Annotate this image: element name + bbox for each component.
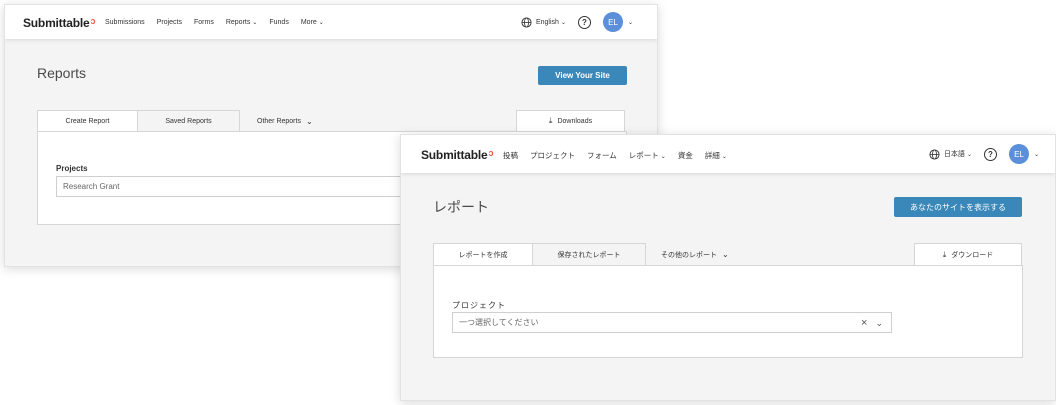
- nav-funds[interactable]: 資金: [678, 150, 693, 161]
- tab-other-reports[interactable]: その他のレポート ⌄: [661, 243, 781, 266]
- download-icon: ⤓: [942, 249, 947, 259]
- clear-icon[interactable]: ×: [861, 317, 867, 329]
- japanese-window: Submittableↄ 投稿 プロジェクト フォーム レポート ⌄ 資金 詳細 ⌄…: [400, 134, 1056, 401]
- chevron-down-icon[interactable]: ⌄: [875, 318, 883, 329]
- tab-other-reports[interactable]: Other Reports ⌄: [257, 110, 347, 132]
- nav-forms[interactable]: Forms: [194, 19, 214, 26]
- nav-reports-label: Reports: [225, 19, 251, 26]
- language-selector[interactable]: 日本語 ⌄: [929, 148, 972, 160]
- user-controls: 日本語 ⌄ ? EL ⌄: [929, 144, 1039, 164]
- tab-create-report[interactable]: レポートを作成: [433, 243, 533, 266]
- chevron-down-icon: ⌄: [660, 154, 666, 160]
- page-title: Reports: [37, 65, 87, 81]
- logo[interactable]: Submittableↄ: [421, 148, 493, 162]
- projects-select[interactable]: 一つ選択してください × ⌄: [452, 312, 892, 333]
- top-navbar: Submittableↄ 投稿 プロジェクト フォーム レポート ⌄ 資金 詳細 ⌄…: [401, 135, 1055, 173]
- main-nav: Submissions Projects Forms Reports ⌄ Fund…: [105, 19, 336, 26]
- nav-more[interactable]: 詳細 ⌄: [705, 150, 727, 161]
- globe-icon: [929, 148, 940, 160]
- page-title: レポート: [433, 199, 489, 215]
- help-icon[interactable]: ?: [577, 15, 591, 29]
- nav-reports[interactable]: Reports ⌄: [226, 19, 258, 26]
- tab-other-label: Other Reports: [257, 117, 301, 125]
- logo[interactable]: Submittableↄ: [23, 16, 95, 30]
- tab-saved-reports[interactable]: Saved Reports: [137, 110, 240, 132]
- nav-reports[interactable]: レポート ⌄: [629, 150, 666, 161]
- chevron-down-icon: ⌄: [560, 19, 566, 26]
- main-nav: 投稿 プロジェクト フォーム レポート ⌄ 資金 詳細 ⌄: [503, 150, 739, 161]
- nav-forms[interactable]: フォーム: [587, 150, 617, 161]
- nav-submissions[interactable]: 投稿: [503, 150, 518, 161]
- avatar[interactable]: EL: [602, 12, 623, 32]
- globe-icon: [521, 16, 532, 28]
- nav-reports-label: レポート: [628, 151, 659, 160]
- nav-submissions[interactable]: Submissions: [105, 19, 145, 26]
- select-actions: × ⌄: [853, 317, 883, 329]
- tab-other-label: その他のレポート: [661, 251, 717, 259]
- language-selector[interactable]: English ⌄: [521, 16, 566, 28]
- downloads-label: ダウンロード: [951, 251, 994, 259]
- top-navbar: Submittableↄ Submissions Projects Forms …: [5, 5, 657, 39]
- view-site-button[interactable]: あなたのサイトを表示する: [894, 197, 1022, 217]
- user-controls: English ⌄ ? EL ⌄: [521, 12, 633, 32]
- nav-more[interactable]: More ⌄: [301, 19, 324, 26]
- projects-label: Projects: [56, 164, 88, 173]
- downloads-button[interactable]: ⤓ Downloads: [516, 110, 625, 132]
- chevron-down-icon: ⌄: [252, 20, 258, 26]
- nav-projects[interactable]: Projects: [157, 19, 182, 26]
- report-panel: プロジェクト 一つ選択してください × ⌄: [433, 265, 1023, 358]
- language-label: English: [535, 18, 559, 26]
- downloads-label: Downloads: [557, 117, 593, 125]
- chevron-down-icon: ⌄: [722, 250, 729, 259]
- avatar[interactable]: EL: [1008, 144, 1029, 164]
- tab-create-report[interactable]: Create Report: [37, 110, 138, 132]
- chevron-down-icon: ⌄: [318, 20, 324, 26]
- projects-select-value: Research Grant: [63, 182, 120, 191]
- nav-more-label: 詳細: [704, 151, 720, 160]
- nav-funds[interactable]: Funds: [269, 19, 288, 26]
- chevron-down-icon: ⌄: [966, 151, 972, 158]
- language-label: 日本語: [943, 151, 965, 158]
- help-icon[interactable]: ?: [983, 147, 997, 161]
- chevron-down-icon[interactable]: ⌄: [628, 19, 633, 26]
- chevron-down-icon: ⌄: [305, 116, 313, 126]
- chevron-down-icon: ⌄: [721, 154, 727, 160]
- downloads-button[interactable]: ⤓ ダウンロード: [914, 243, 1022, 266]
- chevron-down-icon[interactable]: ⌄: [1034, 151, 1039, 158]
- tab-saved-reports[interactable]: 保存されたレポート: [532, 243, 646, 266]
- download-icon: ⤓: [548, 116, 553, 125]
- nav-more-label: More: [300, 19, 317, 26]
- view-site-button[interactable]: View Your Site: [538, 66, 627, 85]
- nav-projects[interactable]: プロジェクト: [530, 150, 575, 161]
- projects-select-placeholder: 一つ選択してください: [459, 318, 539, 327]
- projects-label: プロジェクト: [452, 301, 506, 310]
